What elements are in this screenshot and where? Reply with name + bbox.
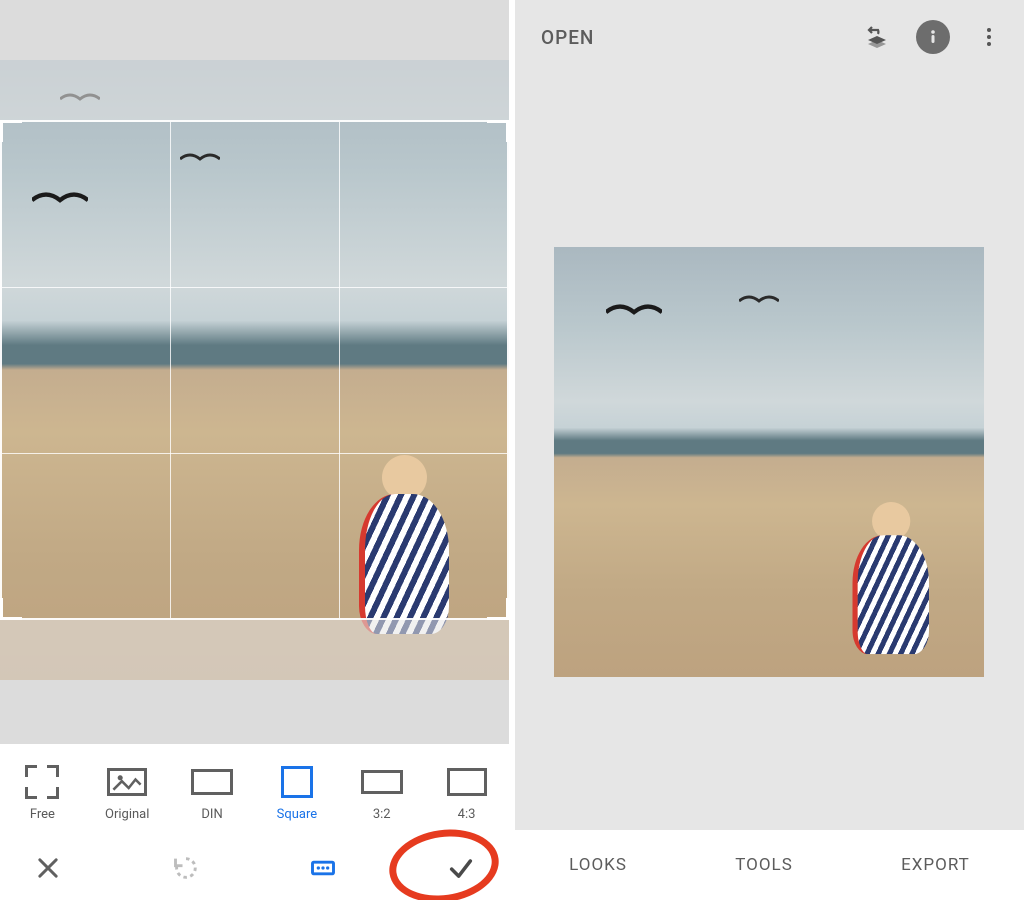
square-ratio-icon bbox=[275, 767, 319, 797]
bird-silhouette bbox=[32, 188, 88, 205]
aspect-label: 3:2 bbox=[373, 807, 391, 822]
aspect-original[interactable]: Original bbox=[92, 767, 162, 822]
aspect-3-2[interactable]: 3:2 bbox=[347, 767, 417, 822]
apply-button[interactable] bbox=[441, 848, 481, 888]
main-app-pane: OPEN bbox=[515, 0, 1024, 900]
crop-dim-bottom bbox=[0, 620, 509, 680]
undo-layers-icon bbox=[865, 25, 889, 49]
crop-dim-top bbox=[0, 60, 509, 120]
aspect-label: Square bbox=[277, 807, 318, 822]
info-icon bbox=[921, 25, 945, 49]
aspect-menu-icon bbox=[309, 854, 337, 882]
edit-stack-button[interactable] bbox=[860, 20, 894, 54]
rotate-icon bbox=[172, 854, 200, 882]
tab-export[interactable]: EXPORT bbox=[901, 855, 970, 875]
ratio-3-2-icon bbox=[360, 767, 404, 797]
aspect-label: Original bbox=[105, 807, 149, 822]
aspect-free[interactable]: Free bbox=[7, 767, 77, 822]
aspect-ratio-row: Free Original DIN Sq bbox=[0, 744, 509, 836]
crop-editor-pane: Free Original DIN Sq bbox=[0, 0, 509, 900]
source-photo bbox=[0, 60, 509, 680]
free-crop-icon bbox=[20, 767, 64, 797]
bird-silhouette bbox=[606, 300, 662, 317]
check-icon bbox=[447, 854, 475, 882]
aspect-square[interactable]: Square bbox=[262, 767, 332, 822]
tab-looks[interactable]: LOOKS bbox=[569, 855, 627, 875]
aspect-din[interactable]: DIN bbox=[177, 767, 247, 822]
aspect-label: Free bbox=[30, 807, 55, 822]
info-button[interactable] bbox=[916, 20, 950, 54]
bottom-nav: LOOKS TOOLS EXPORT bbox=[515, 830, 1024, 900]
top-actions bbox=[860, 20, 1006, 54]
crop-action-bar bbox=[0, 836, 509, 900]
aspect-presets-button[interactable] bbox=[303, 848, 343, 888]
din-ratio-icon bbox=[190, 767, 234, 797]
rotate-button[interactable] bbox=[166, 848, 206, 888]
aspect-4-3[interactable]: 4:3 bbox=[432, 767, 502, 822]
top-bar: OPEN bbox=[515, 0, 1024, 74]
bird-silhouette bbox=[180, 150, 220, 162]
original-ratio-icon bbox=[105, 767, 149, 797]
subject-child bbox=[853, 502, 930, 672]
result-canvas[interactable] bbox=[515, 74, 1024, 830]
result-photo bbox=[554, 247, 984, 677]
more-options-button[interactable] bbox=[972, 20, 1006, 54]
more-vertical-icon bbox=[977, 25, 1001, 49]
open-button[interactable]: OPEN bbox=[541, 26, 594, 49]
ratio-4-3-icon bbox=[445, 767, 489, 797]
aspect-label: DIN bbox=[201, 807, 222, 822]
bird-silhouette bbox=[739, 292, 779, 304]
crop-canvas[interactable] bbox=[0, 0, 509, 744]
close-icon bbox=[34, 854, 62, 882]
tab-tools[interactable]: TOOLS bbox=[735, 855, 793, 875]
aspect-label: 4:3 bbox=[458, 807, 476, 822]
cancel-button[interactable] bbox=[28, 848, 68, 888]
